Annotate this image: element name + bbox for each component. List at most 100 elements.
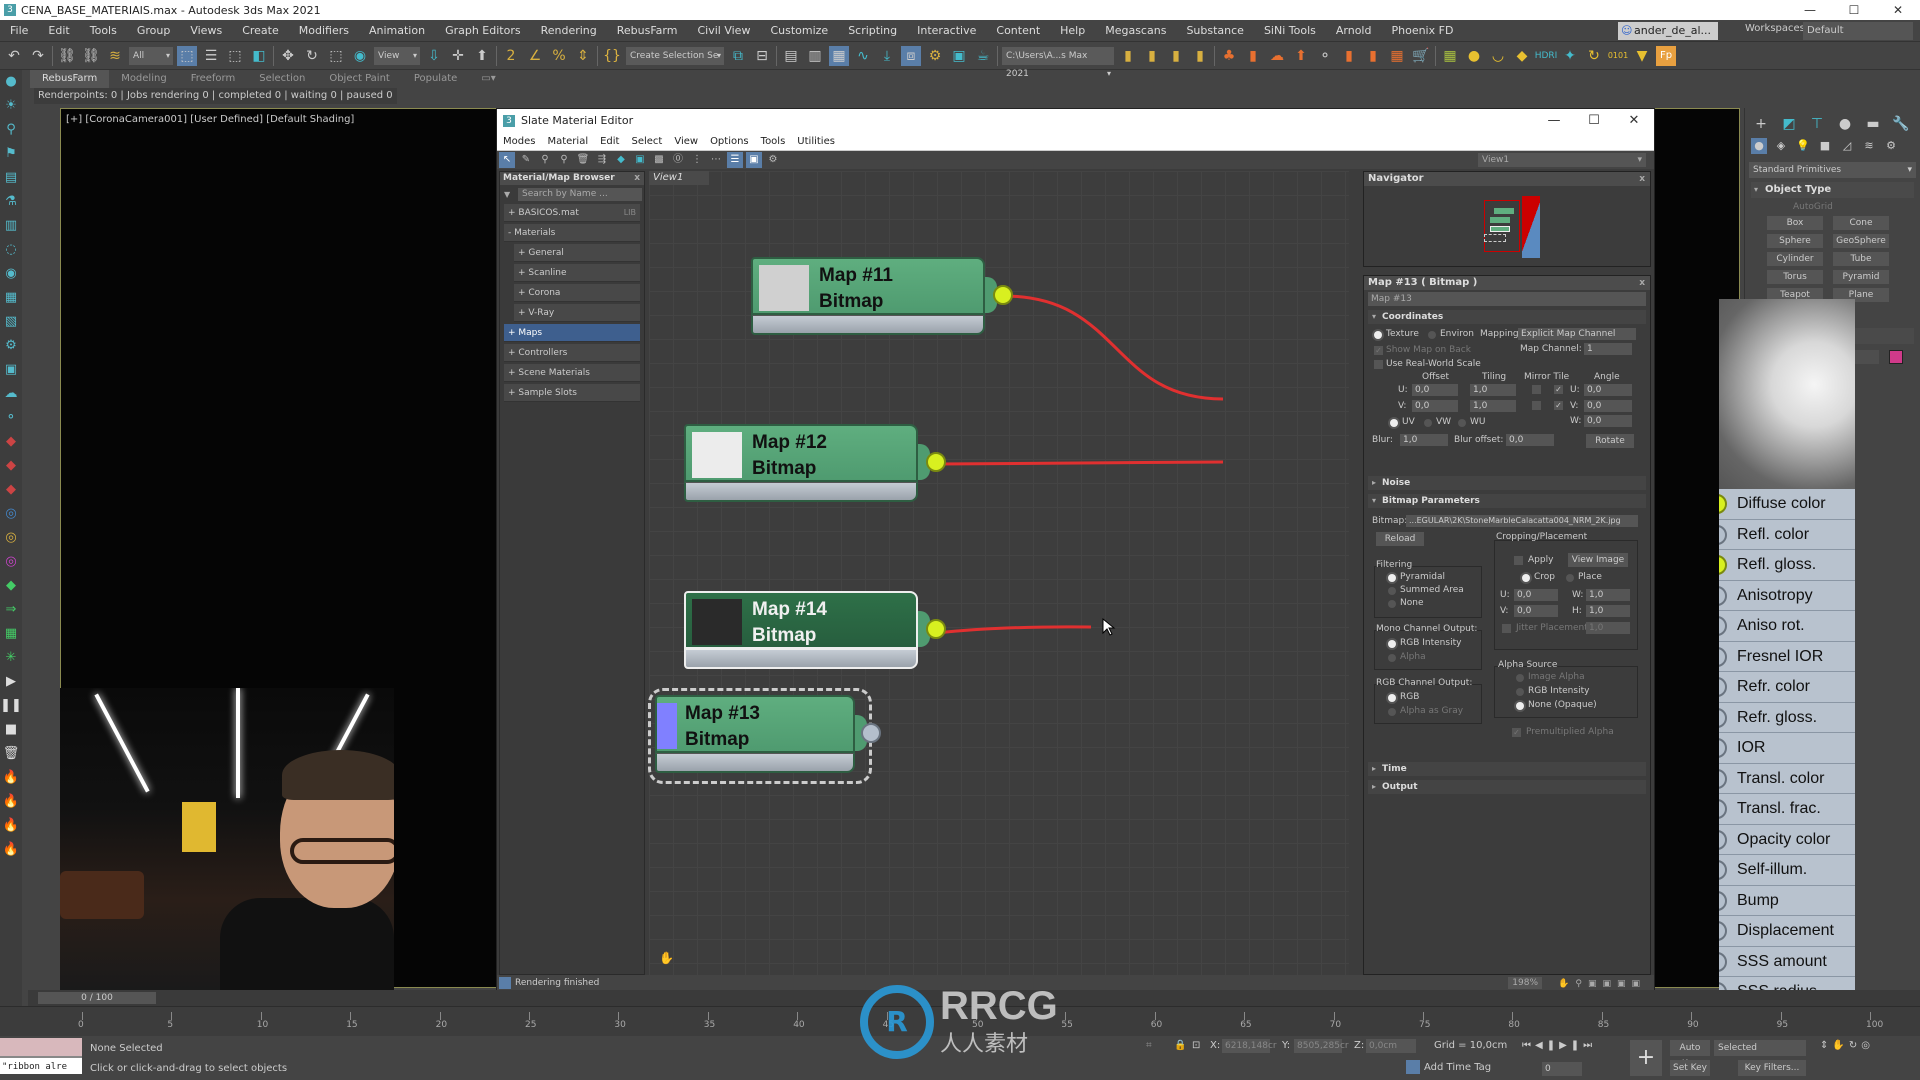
material-slot[interactable]: Diffuse color	[1719, 489, 1855, 520]
keyboard-shortcut-icon[interactable]: ⬆	[472, 46, 492, 66]
named-selection-dropdown[interactable]: Create Selection Se	[626, 46, 724, 65]
slot-input-socket[interactable]	[1719, 585, 1727, 606]
v-tile-checkbox[interactable]: ✓	[1554, 401, 1563, 410]
slot-input-socket[interactable]	[1719, 860, 1727, 880]
slot-input-socket[interactable]	[1719, 768, 1727, 789]
rotate-icon[interactable]: ↻	[302, 46, 322, 66]
slate-menu-modes[interactable]: Modes	[497, 136, 541, 147]
navigator-close-icon[interactable]: x	[1639, 172, 1645, 186]
render-production-icon[interactable]: ☕	[973, 46, 993, 66]
slot-input-socket[interactable]	[1719, 890, 1727, 911]
trash-icon[interactable]: 🗑	[0, 742, 22, 766]
pause-icon[interactable]: ❚❚	[0, 694, 22, 718]
plugin-icon-5[interactable]: ▮	[1363, 46, 1383, 66]
output-rollout[interactable]: Output	[1368, 780, 1646, 794]
key-mode-dropdown[interactable]: Selected	[1714, 1040, 1806, 1056]
current-frame-spinner[interactable]: 0	[1542, 1062, 1582, 1076]
browser-item[interactable]: + Scanline	[514, 264, 640, 282]
slot-input-socket[interactable]	[1719, 616, 1727, 636]
scale-icon[interactable]: ⬚	[326, 46, 346, 66]
tool-icon[interactable]: ⚬	[0, 406, 22, 430]
mapping-dropdown[interactable]: Explicit Map Channel	[1518, 328, 1636, 340]
uv-radio[interactable]	[1390, 419, 1398, 427]
node-output-socket[interactable]	[993, 285, 1013, 305]
slate-menu-edit[interactable]: Edit	[594, 136, 625, 147]
v-offset-spinner[interactable]: 0,0	[1412, 400, 1458, 412]
shapes-icon[interactable]: ◈	[1773, 138, 1789, 154]
pivot-center-icon[interactable]: ⇩	[424, 46, 444, 66]
assign-material-icon[interactable]: ⚲	[556, 152, 572, 168]
placement-icon[interactable]: ◉	[350, 46, 370, 66]
browser-item[interactable]: + Corona	[514, 284, 640, 302]
material-slot[interactable]: Transl. color	[1719, 764, 1855, 794]
show-background-icon[interactable]: ▩	[651, 152, 667, 168]
slot-input-socket[interactable]	[1719, 677, 1727, 697]
user-account-dropdown[interactable]: ander_de_al...	[1618, 22, 1718, 40]
sini-icon-6[interactable]: ↻	[1584, 46, 1604, 66]
tool-icon[interactable]: ⚗	[0, 190, 22, 214]
crop-v-spinner[interactable]: 0,0	[1514, 605, 1558, 617]
show-map-icon[interactable]: ▣	[632, 152, 648, 168]
material-node[interactable]: Diffuse color Refl. color Refl. gloss. Anis…	[1719, 299, 1855, 1079]
menu-item-views[interactable]: Views	[180, 24, 232, 37]
material-slot[interactable]: Refr. color	[1719, 672, 1855, 703]
edit-named-selection-icon[interactable]: {}	[602, 46, 622, 66]
browser-item[interactable]: + Scene Materials	[504, 364, 640, 382]
hide-unused-icon[interactable]: ◆	[613, 152, 629, 168]
slot-input-socket[interactable]	[1719, 494, 1727, 514]
map-node[interactable]: Map #12 Bitmap	[684, 424, 946, 506]
close-button[interactable]: ✕	[1876, 0, 1920, 20]
slate-menu-material[interactable]: Material	[541, 136, 594, 147]
none-opaque-radio[interactable]	[1516, 702, 1524, 710]
material-slot[interactable]: Self-illum.	[1719, 855, 1855, 886]
node-output-socket[interactable]	[926, 452, 946, 472]
dope-sheet-icon[interactable]: ⤓	[877, 46, 897, 66]
modify-tab-icon[interactable]: ◩	[1779, 114, 1799, 134]
browser-item[interactable]: + General	[514, 244, 640, 262]
geometry-icon[interactable]: ●	[1751, 138, 1767, 154]
menu-item-sini-tools[interactable]: SiNi Tools	[1254, 24, 1326, 37]
menu-item-edit[interactable]: Edit	[38, 24, 79, 37]
menu-item-modifiers[interactable]: Modifiers	[289, 24, 359, 37]
selection-filter-dropdown[interactable]: All	[129, 46, 173, 65]
reload-button[interactable]: Reload	[1376, 532, 1424, 546]
workspace-dropdown[interactable]: Default	[1803, 22, 1913, 40]
menu-item-customize[interactable]: Customize	[760, 24, 838, 37]
playback-controls[interactable]: ⏮◀❚▶❚⏭	[1522, 1040, 1596, 1051]
select-tool-icon[interactable]: ↖	[499, 152, 515, 168]
texture-radio[interactable]	[1374, 331, 1382, 339]
v-mirror-checkbox[interactable]	[1532, 401, 1541, 410]
pan-hand-icon[interactable]: ✋	[659, 951, 674, 965]
rendered-frame-window-icon[interactable]: ▣	[949, 46, 969, 66]
tool-icon[interactable]: ▤	[0, 166, 22, 190]
tool-icon[interactable]: ◎	[0, 550, 22, 574]
map-node[interactable]: Map #11 Bitmap	[751, 257, 1013, 339]
material-slot[interactable]: Transl. frac.	[1719, 794, 1855, 825]
wu-radio[interactable]	[1458, 419, 1466, 427]
filter-none-radio[interactable]	[1388, 600, 1396, 608]
fire-icon[interactable]: 🔥	[0, 766, 22, 790]
play-icon[interactable]: ▶	[0, 670, 22, 694]
tool-icon[interactable]: ▧	[0, 310, 22, 334]
sini-icon-3[interactable]: ◡	[1488, 46, 1508, 66]
utilities-tab-icon[interactable]: 🔧	[1891, 114, 1911, 134]
z-coord-field[interactable]: 0,0cm	[1366, 1039, 1416, 1053]
menu-item-graph-editors[interactable]: Graph Editors	[435, 24, 531, 37]
material-slot[interactable]: Bump	[1719, 886, 1855, 916]
maxscript-output[interactable]	[0, 1038, 82, 1056]
menu-item-help[interactable]: Help	[1050, 24, 1095, 37]
stop-icon[interactable]: ■	[0, 718, 22, 742]
jitter-checkbox[interactable]	[1502, 624, 1511, 633]
plugin-icon-6[interactable]: ▦	[1387, 46, 1407, 66]
add-time-tag-icon[interactable]	[1406, 1060, 1420, 1074]
time-rollout[interactable]: Time	[1368, 762, 1646, 776]
y-coord-field[interactable]: 8505,285cr	[1294, 1039, 1349, 1053]
undo-icon[interactable]: ↶	[4, 46, 24, 66]
helpers-icon[interactable]: ◿	[1839, 138, 1855, 154]
tool-icon[interactable]: ◆	[0, 430, 22, 454]
slot-input-socket[interactable]	[1719, 555, 1727, 575]
tool-icon[interactable]: ▦	[0, 286, 22, 310]
premultiplied-alpha-checkbox[interactable]: ✓	[1512, 728, 1521, 737]
percent-snap-icon[interactable]: %	[549, 46, 569, 66]
tool-icon[interactable]: ▥	[0, 214, 22, 238]
